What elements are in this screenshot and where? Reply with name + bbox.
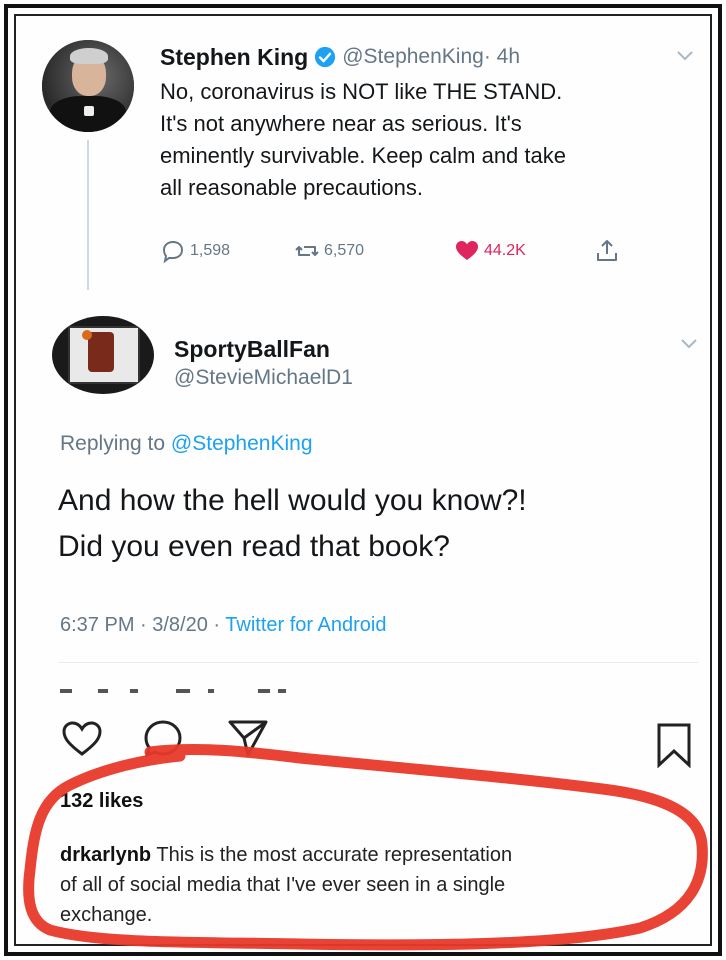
retweet-button[interactable]: 6,570 [294, 238, 364, 264]
retweet-icon [295, 246, 319, 256]
reply-author-display-name[interactable]: SportyBallFan [174, 336, 330, 363]
reply-tweet-text: And how the hell would you know?! Did yo… [58, 478, 527, 570]
author-handle[interactable]: @StephenKing [342, 45, 484, 69]
send-icon[interactable] [226, 718, 270, 758]
original-tweet-header: Stephen King @StephenKing · 4h [160, 42, 520, 72]
replying-to-mention[interactable]: @StephenKing [171, 432, 313, 455]
retweet-count: 6,570 [324, 242, 365, 259]
tweet-text-line: It's not anywhere near as serious. It's [160, 111, 522, 136]
reply-source-app[interactable]: Twitter for Android [225, 614, 386, 636]
reply-timestamp: 6:37 PM · 3/8/20 · Twitter for Android [60, 614, 386, 637]
chevron-down-icon[interactable] [676, 50, 694, 62]
reply-button[interactable]: 1,598 [160, 238, 230, 264]
verified-badge-icon [315, 46, 336, 68]
share-icon [597, 240, 617, 261]
caption-text-line: of all of social media that I've ever se… [60, 874, 506, 896]
stephen-king-avatar[interactable] [42, 40, 134, 132]
original-tweet-text: No, coronavirus is NOT like THE STAND. I… [160, 76, 690, 204]
caption-text-line: This is the most accurate representation [151, 844, 513, 866]
thread-connector-line [87, 140, 89, 290]
reply-author-handle[interactable]: @StevieMichaelD1 [174, 366, 353, 390]
tweet-age[interactable]: · 4h [484, 45, 520, 69]
replying-to-line: Replying to @StephenKing [60, 432, 313, 456]
sportyballfan-avatar[interactable] [52, 316, 154, 394]
tweet-action-bar: 1,598 6,570 44.2K [160, 238, 630, 266]
reply-icon [162, 240, 184, 264]
cropped-text-remnant [60, 689, 286, 693]
tweet-text-line: And how the hell would you know?! [58, 484, 527, 517]
tweet-text-line: No, coronavirus is NOT like THE STAND. [160, 79, 563, 104]
chevron-down-icon[interactable] [680, 338, 698, 350]
comment-icon[interactable] [142, 718, 184, 760]
tweet-text-line: eminently survivable. Keep calm and take [160, 143, 566, 168]
tweet-text-line: all reasonable precautions. [160, 175, 423, 200]
like-count: 44.2K [484, 242, 526, 259]
replying-to-label: Replying to [60, 432, 166, 455]
heart-outline-icon[interactable] [60, 718, 104, 758]
reply-count: 1,598 [190, 242, 231, 259]
bookmark-icon[interactable] [656, 722, 692, 768]
like-button[interactable]: 44.2K [454, 238, 526, 264]
likes-count[interactable]: 132 likes [60, 790, 143, 813]
heart-filled-icon [456, 241, 478, 260]
comment-username[interactable]: drkarlynb [60, 844, 151, 866]
post-caption: drkarlynb This is the most accurate repr… [60, 840, 690, 930]
share-button[interactable] [594, 238, 624, 264]
author-display-name[interactable]: Stephen King [160, 44, 308, 71]
reply-time-date[interactable]: 6:37 PM · 3/8/20 · [60, 614, 220, 636]
caption-text-line: exchange. [60, 904, 153, 926]
tweet-text-line: Did you even read that book? [58, 530, 450, 563]
divider [58, 662, 698, 663]
